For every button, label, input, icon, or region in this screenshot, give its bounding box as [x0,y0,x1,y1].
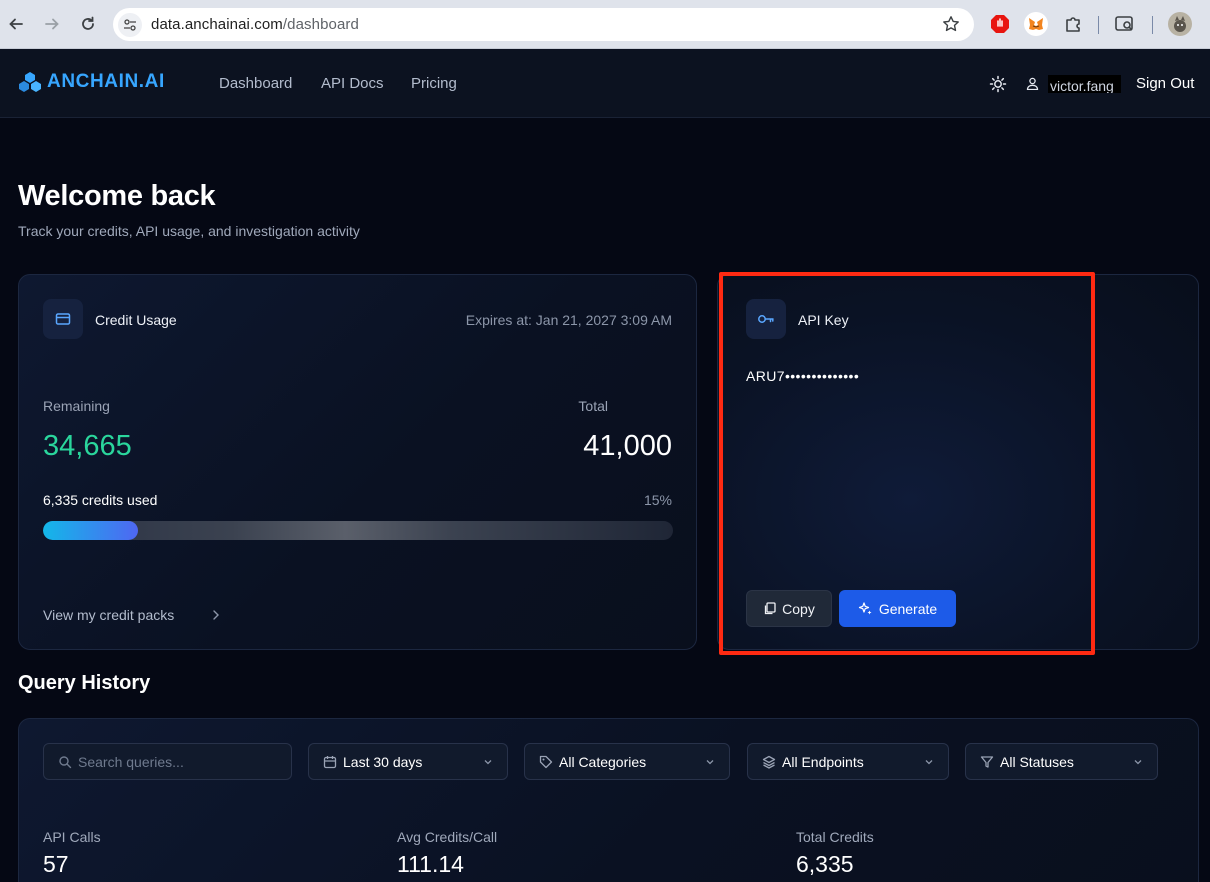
chevron-down-icon [706,760,714,765]
stat-api-calls-value: 57 [43,851,69,877]
date-range-value: Last 30 days [343,753,423,770]
logo-text: ANCHAIN.AI [47,71,165,92]
tab-search-icon[interactable] [1114,13,1136,35]
stat-avg-credits-label: Avg Credits/Call [397,829,498,845]
anchain-logo[interactable]: ANCHAIN.AI [18,71,165,93]
credit-card-icon [43,299,83,339]
api-key-value: ARU7•••••••••••••• [746,368,860,384]
expiry-date: Expires at: Jan 21, 2027 3:09 AM [465,312,672,328]
search-placeholder: Search queries... [78,753,184,770]
chevron-down-icon [1134,760,1142,765]
total-value: 41,000 [583,430,672,462]
endpoint-value: All Endpoints [782,753,864,770]
search-input[interactable]: Search queries... [43,743,292,780]
chevron-down-icon [484,760,492,765]
category-value: All Categories [559,753,647,770]
adblock-extension-icon[interactable] [989,13,1011,35]
page-subtitle: Track your credits, API usage, and inves… [18,223,360,239]
nav-dashboard[interactable]: Dashboard [219,75,292,92]
copy-icon [765,602,776,615]
site-settings-icon[interactable] [118,12,142,37]
status-value: All Statuses [1000,753,1074,770]
back-icon[interactable] [4,12,28,36]
page-title: Welcome back [18,180,216,212]
generate-button[interactable]: Generate [839,590,956,627]
view-credit-packs-link[interactable]: View my credit packs [43,607,174,623]
forward-icon[interactable] [40,12,64,36]
date-range-select[interactable]: Last 30 days [308,743,508,780]
remaining-label: Remaining [43,398,110,414]
total-label: Total [578,398,608,414]
metamask-extension-icon[interactable] [1024,12,1048,36]
filter-icon [980,755,994,768]
credit-usage-title: Credit Usage [95,312,177,328]
calendar-icon [323,755,337,768]
stat-avg-credits-value: 111.14 [397,851,464,877]
reload-icon[interactable] [76,12,100,36]
api-key-title: API Key [798,312,849,328]
stat-total-credits-value: 6,335 [796,851,854,877]
generate-button-label: Generate [878,600,938,617]
stat-api-calls-label: API Calls [43,829,101,845]
profile-avatar[interactable] [1168,12,1192,36]
toolbar-divider [1152,16,1153,34]
nav-api-docs[interactable]: API Docs [321,75,384,92]
user-icon [1026,77,1039,90]
browser-toolbar: data.anchainai.com/dashboard [0,0,1210,49]
search-icon [59,755,72,768]
bookmark-star-icon[interactable] [942,15,960,33]
category-select[interactable]: All Categories [524,743,730,780]
layers-icon [762,755,776,769]
key-icon [746,299,786,339]
stat-total-credits-label: Total Credits [796,829,874,845]
nav-pricing[interactable]: Pricing [411,75,457,92]
username[interactable]: victor.fang [1048,75,1121,93]
extensions-puzzle-icon[interactable] [1062,13,1084,35]
sign-out-button[interactable]: Sign Out [1136,75,1194,92]
copy-button[interactable]: Copy [746,590,832,627]
credit-usage-card: Credit Usage Expires at: Jan 21, 2027 3:… [18,274,697,650]
tag-icon [539,755,553,768]
chevron-right-icon[interactable] [211,609,221,621]
chevron-down-icon [925,760,933,765]
query-history-card: Search queries... Last 30 days All Categ… [18,718,1199,882]
endpoint-select[interactable]: All Endpoints [747,743,949,780]
sun-theme-icon[interactable] [989,75,1007,93]
api-key-card: API Key ARU7•••••••••••••• Copy Generate [717,274,1199,650]
copy-button-label: Copy [782,600,815,617]
toolbar-divider [1098,16,1099,34]
url-text: data.anchainai.com/dashboard [151,16,359,33]
credit-progress-fill [43,521,138,540]
address-bar[interactable]: data.anchainai.com/dashboard [113,8,974,41]
cube-logo-icon [19,72,41,92]
app-header: ANCHAIN.AI Dashboard API Docs Pricing vi… [0,49,1210,118]
credits-used-label: 6,335 credits used [43,492,158,508]
status-select[interactable]: All Statuses [965,743,1158,780]
query-history-title: Query History [18,672,151,694]
sparkles-icon [858,602,872,615]
remaining-value: 34,665 [43,430,132,462]
credits-used-percent: 15% [643,492,672,508]
credit-progress-bar [43,521,673,540]
